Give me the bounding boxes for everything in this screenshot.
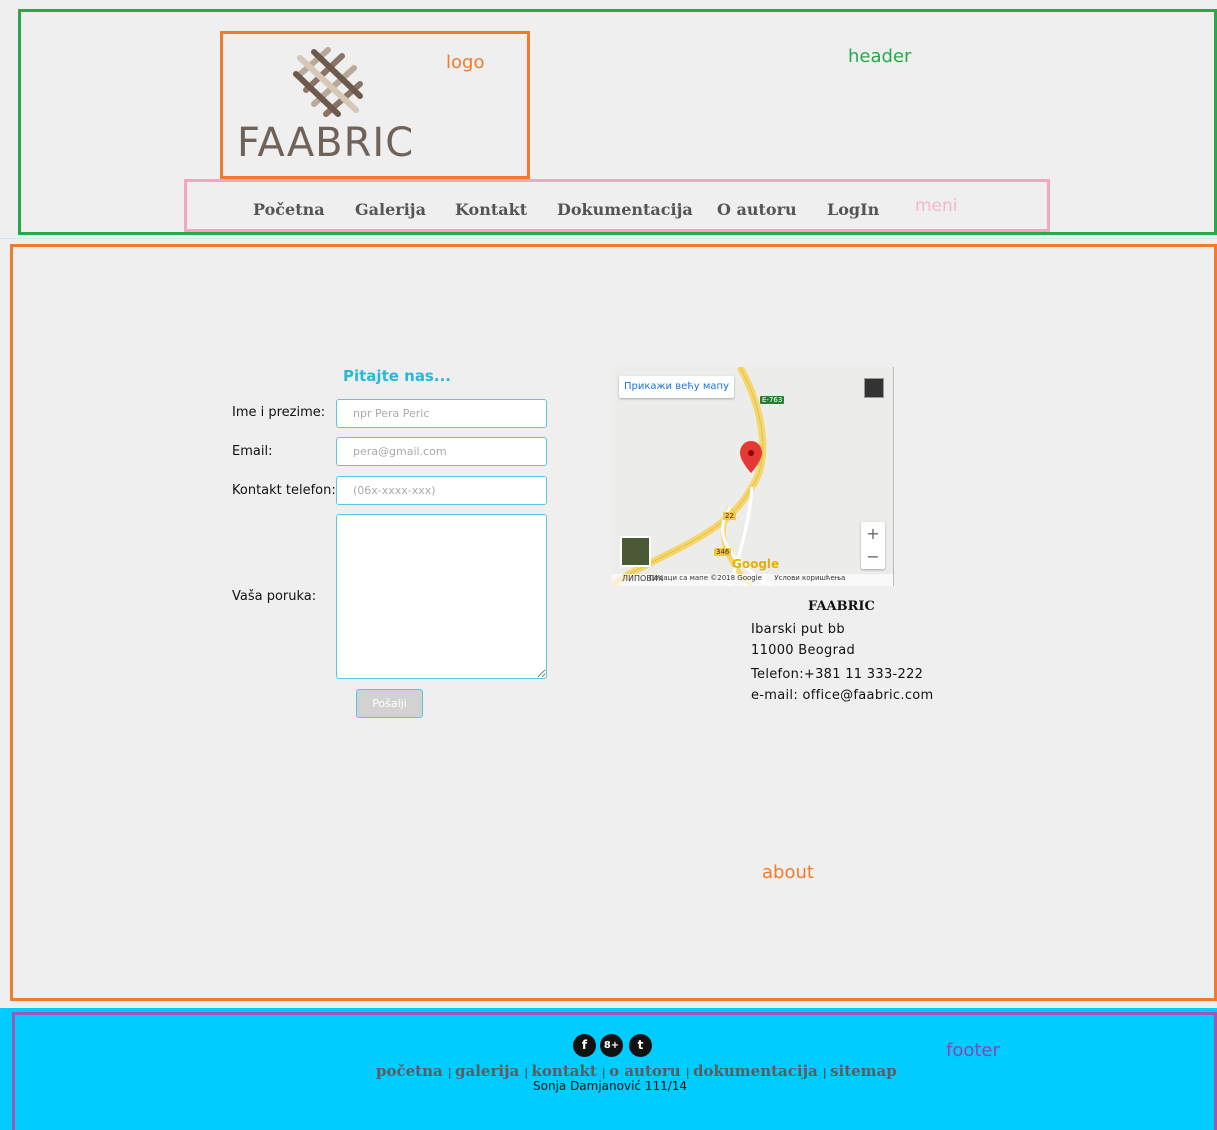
road-badge-346: 346 bbox=[714, 548, 732, 556]
footer-credit: Sonja Damjanović 111/14 bbox=[533, 1079, 688, 1093]
company-name: FAABRIC bbox=[808, 599, 875, 614]
menu-item-dokumentacija[interactable]: Dokumentacija bbox=[557, 200, 693, 219]
footer-link-o-autoru[interactable]: o autoru bbox=[609, 1062, 681, 1080]
road-badge-e763: E-763 bbox=[760, 396, 785, 404]
twitter-icon[interactable]: t bbox=[629, 1034, 652, 1057]
email-label: Email: bbox=[232, 444, 273, 459]
google-logo: Google bbox=[732, 557, 780, 571]
footer-link-dokumentacija[interactable]: dokumentacija bbox=[693, 1062, 818, 1080]
email-input[interactable] bbox=[336, 437, 547, 466]
satellite-toggle-button[interactable] bbox=[620, 536, 651, 567]
menu-item-o-autoru[interactable]: O autoru bbox=[717, 200, 797, 219]
name-input[interactable] bbox=[336, 399, 547, 428]
menu-item-kontakt[interactable]: Kontakt bbox=[455, 200, 527, 219]
footer-link-pocetna[interactable]: početna bbox=[376, 1062, 443, 1080]
view-larger-map-button[interactable]: Прикажи већу мапу bbox=[619, 376, 734, 398]
logo-wordmark[interactable]: FAABRIC bbox=[237, 120, 414, 166]
about-region-outline bbox=[10, 244, 1217, 1001]
menu-annotation: meni bbox=[915, 196, 958, 216]
map-fullscreen-icon[interactable] bbox=[864, 378, 884, 398]
form-title: Pitajte nas... bbox=[343, 367, 451, 385]
google-map[interactable]: E-763 22 346 Прикажи већу мапу + − Googl… bbox=[612, 367, 894, 586]
phone-input[interactable] bbox=[336, 476, 547, 505]
name-label: Ime i prezime: bbox=[232, 405, 326, 420]
footer-link-galerija[interactable]: galerija bbox=[455, 1062, 519, 1080]
contact-phone: Telefon:+381 11 333-222 bbox=[751, 667, 924, 682]
google-plus-icon[interactable]: 8+ bbox=[600, 1034, 623, 1057]
footer-links: početna | galerija | kontakt | o autoru … bbox=[376, 1062, 897, 1080]
woven-fabric-logo-icon bbox=[293, 47, 363, 117]
send-button[interactable]: Pošalji bbox=[356, 689, 423, 718]
menu-item-login[interactable]: LogIn bbox=[827, 200, 879, 219]
facebook-icon[interactable]: f bbox=[573, 1034, 596, 1057]
road-badge-22: 22 bbox=[723, 512, 736, 520]
menu-item-pocetna[interactable]: Početna bbox=[253, 200, 325, 219]
map-zoom-control: + − bbox=[861, 522, 885, 569]
message-textarea[interactable] bbox=[336, 514, 547, 679]
menu-item-galerija[interactable]: Galerija bbox=[355, 200, 426, 219]
footer-link-kontakt[interactable]: kontakt bbox=[532, 1062, 597, 1080]
map-place-label: ЛИПОВИЧ bbox=[622, 574, 664, 583]
footer-annotation: footer bbox=[946, 1040, 1000, 1061]
address-street: Ibarski put bb bbox=[751, 622, 845, 637]
header-annotation: header bbox=[848, 46, 912, 67]
logo-annotation: logo bbox=[446, 52, 485, 73]
map-attribution: Подаци са мапе ©2018 Google bbox=[649, 574, 762, 582]
zoom-out-button[interactable]: − bbox=[861, 545, 885, 568]
map-terms-link[interactable]: Услови коришћења bbox=[774, 574, 845, 582]
address-city: 11000 Beograd bbox=[751, 643, 856, 658]
contact-email: e-mail: office@faabric.com bbox=[751, 688, 934, 703]
message-label: Vaša poruka: bbox=[232, 589, 317, 604]
zoom-in-button[interactable]: + bbox=[861, 522, 885, 545]
about-annotation: about bbox=[762, 862, 814, 883]
phone-label: Kontakt telefon: bbox=[232, 483, 336, 498]
header-separator bbox=[0, 238, 1217, 239]
map-roads bbox=[612, 367, 773, 586]
footer-link-sitemap[interactable]: sitemap bbox=[830, 1062, 897, 1080]
